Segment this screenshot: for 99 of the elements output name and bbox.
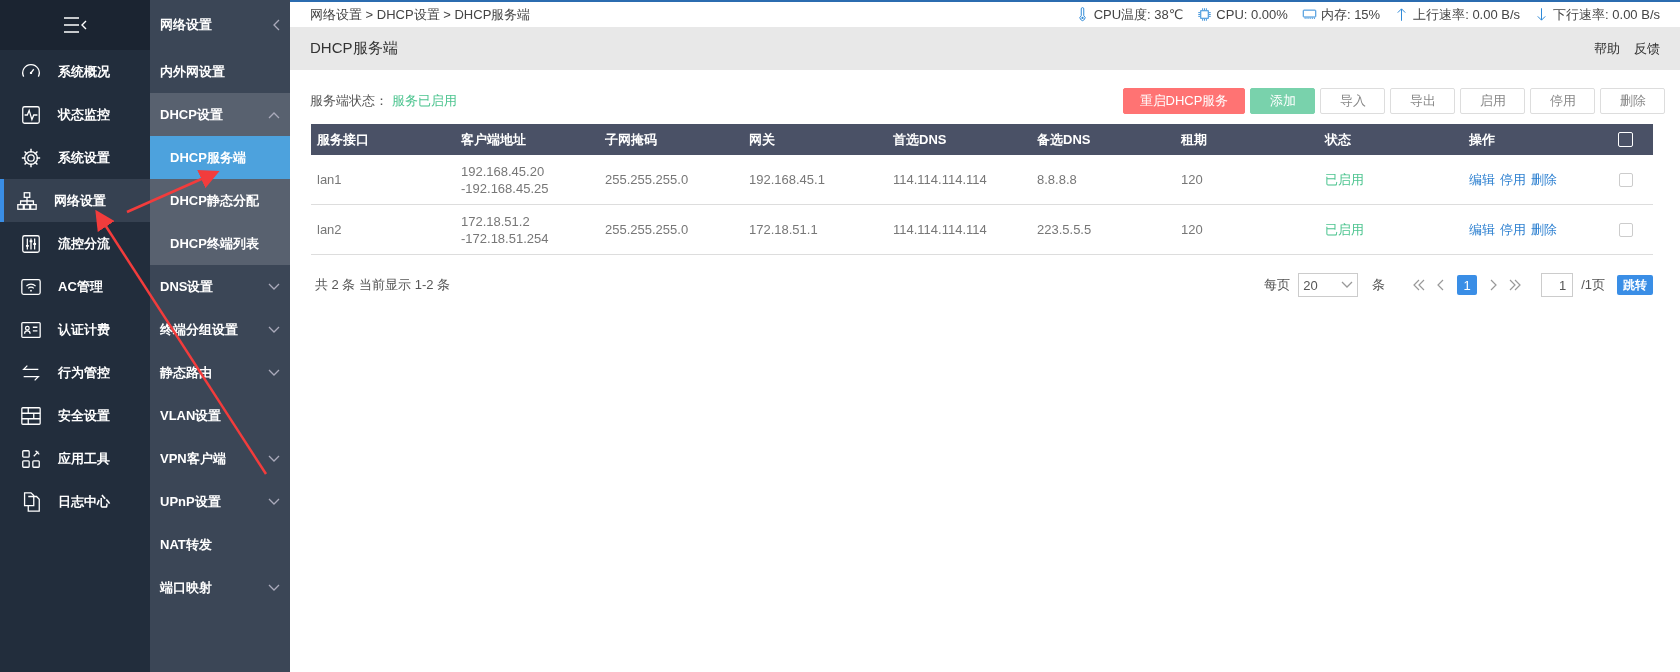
chevron-left-icon[interactable] bbox=[272, 19, 280, 31]
sidebar-item[interactable]: 安全设置 bbox=[0, 394, 150, 437]
sidebar-item[interactable]: 日志中心 bbox=[0, 480, 150, 523]
table-cell-text: 120 bbox=[1180, 171, 1204, 188]
table-cell-text: 114.114.114.114 bbox=[892, 171, 988, 188]
page-input[interactable]: 1 bbox=[1541, 273, 1574, 297]
chevron-down-icon bbox=[1341, 281, 1354, 289]
table-cell-text: lan1 bbox=[316, 171, 343, 188]
header-link[interactable]: 反馈 bbox=[1634, 39, 1660, 58]
status-value: 服务已启用 bbox=[391, 93, 457, 108]
status-cell-text: 已启用 bbox=[1324, 221, 1365, 238]
apps-icon bbox=[20, 447, 42, 470]
table-cell-text: 255.255.255.0 bbox=[604, 171, 690, 188]
status-reading: 内存: 15% bbox=[1320, 5, 1381, 24]
sidebar-item[interactable]: 网络设置 bbox=[0, 179, 150, 222]
sidebar-item[interactable]: 状态监控 bbox=[0, 93, 150, 136]
table-cell-text: 255.255.255.0 bbox=[604, 221, 690, 238]
table-cell-text: 120 bbox=[1180, 221, 1204, 238]
breadcrumb: 网络设置 > DHCP设置 > DHCP服务端 bbox=[310, 5, 531, 24]
select-all-checkbox[interactable] bbox=[1618, 132, 1633, 147]
chevron-down-icon bbox=[268, 368, 280, 377]
status-reading: 上行速率: 0.00 B/s bbox=[1413, 5, 1521, 24]
action-link[interactable]: 编辑 bbox=[1469, 220, 1495, 239]
submenu-item[interactable]: DHCP静态分配 bbox=[150, 179, 290, 222]
wall-icon bbox=[20, 404, 42, 427]
status-cell-text: 已启用 bbox=[1324, 171, 1365, 188]
submenu-item[interactable]: DNS设置 bbox=[150, 265, 290, 308]
submenu-item[interactable]: UPnP设置 bbox=[150, 480, 290, 523]
table-cell-text: 8.8.8.8 bbox=[1036, 171, 1078, 188]
last-page-icon[interactable] bbox=[1509, 279, 1522, 291]
total-pages: /1页 bbox=[1581, 276, 1605, 294]
column-header: 客户端地址 bbox=[460, 130, 527, 149]
submenu-item[interactable]: NAT转发 bbox=[150, 523, 290, 566]
action-link[interactable]: 删除 bbox=[1531, 170, 1557, 189]
record-summary: 共 2 条 当前显示 1-2 条 bbox=[315, 276, 451, 294]
per-page-unit: 条 bbox=[1372, 276, 1386, 294]
column-header: 租期 bbox=[1180, 130, 1208, 149]
submenu-item[interactable]: 端口映射 bbox=[150, 566, 290, 609]
table-cell-text: 192.168.45.20 -192.168.45.25 bbox=[460, 162, 550, 197]
submenu-item[interactable]: VPN客户端 bbox=[150, 437, 290, 480]
sidebar-item[interactable]: 系统概况 bbox=[0, 50, 150, 93]
table-cell-text: 192.168.45.1 bbox=[748, 171, 826, 188]
chip-icon bbox=[1197, 7, 1213, 22]
sidebar-item[interactable]: 系统设置 bbox=[0, 136, 150, 179]
row-checkbox[interactable] bbox=[1619, 172, 1633, 187]
submenu-item[interactable]: DHCP终端列表 bbox=[150, 222, 290, 265]
column-header: 服务接口 bbox=[316, 130, 370, 149]
toolbar-button[interactable]: 导出 bbox=[1390, 88, 1455, 114]
chevron-down-icon bbox=[268, 497, 280, 506]
sidebar-item[interactable]: 行为管控 bbox=[0, 351, 150, 394]
pulse-icon bbox=[20, 103, 42, 126]
chevron-down-icon bbox=[268, 583, 280, 592]
sidebar-item[interactable]: 流控分流 bbox=[0, 222, 150, 265]
submenu-title: 网络设置 bbox=[150, 0, 290, 50]
column-header: 网关 bbox=[748, 130, 776, 149]
chevron-down-icon bbox=[268, 282, 280, 291]
column-header: 操作 bbox=[1468, 130, 1496, 149]
action-link[interactable]: 停用 bbox=[1500, 170, 1526, 189]
row-checkbox[interactable] bbox=[1619, 222, 1633, 237]
chevron-down-icon bbox=[268, 454, 280, 463]
sidebar-item[interactable]: 认证计费 bbox=[0, 308, 150, 351]
page-title: DHCP服务端 bbox=[310, 39, 398, 58]
status-reading: CPU: 0.00% bbox=[1216, 7, 1288, 22]
toolbar-button[interactable]: 启用 bbox=[1460, 88, 1525, 114]
header-link[interactable]: 帮助 bbox=[1594, 39, 1620, 58]
sliders-icon bbox=[20, 232, 42, 255]
chevron-up-icon bbox=[268, 110, 280, 119]
status-label: 服务端状态： bbox=[310, 93, 388, 108]
submenu-item[interactable]: 内外网设置 bbox=[150, 50, 290, 93]
table-cell-text: lan2 bbox=[316, 221, 343, 238]
first-page-icon[interactable] bbox=[1413, 279, 1426, 291]
submenu-item[interactable]: 终端分组设置 bbox=[150, 308, 290, 351]
network-icon bbox=[16, 189, 38, 212]
submenu-item[interactable]: DHCP设置 bbox=[150, 93, 290, 136]
toolbar-button[interactable]: 停用 bbox=[1530, 88, 1595, 114]
gear-icon bbox=[20, 146, 42, 169]
toolbar-button[interactable]: 导入 bbox=[1320, 88, 1385, 114]
column-header: 备选DNS bbox=[1036, 130, 1092, 149]
table-cell-text: 172.18.51.1 bbox=[748, 221, 819, 238]
table-cell-text: 172.18.51.2 -172.18.51.254 bbox=[460, 212, 550, 247]
memory-icon bbox=[1301, 7, 1317, 22]
status-reading: CPU温度: 38℃ bbox=[1093, 5, 1184, 24]
sidebar-item[interactable]: 应用工具 bbox=[0, 437, 150, 480]
toolbar-button[interactable]: 删除 bbox=[1600, 88, 1665, 114]
sidebar-item[interactable]: AC管理 bbox=[0, 265, 150, 308]
per-page-select[interactable]: 20 bbox=[1298, 273, 1359, 297]
per-page-label: 每页 bbox=[1264, 276, 1291, 294]
status-reading: 下行速率: 0.00 B/s bbox=[1553, 5, 1660, 24]
action-link[interactable]: 编辑 bbox=[1469, 170, 1495, 189]
table-cell-text: 223.5.5.5 bbox=[1036, 221, 1093, 238]
chevron-down-icon bbox=[268, 325, 280, 334]
column-header: 子网掩码 bbox=[604, 130, 658, 149]
submenu-item[interactable]: VLAN设置 bbox=[150, 394, 290, 437]
action-link[interactable]: 停用 bbox=[1500, 220, 1526, 239]
action-link[interactable]: 删除 bbox=[1531, 220, 1557, 239]
column-header: 首选DNS bbox=[892, 130, 948, 149]
menu-collapse-icon[interactable] bbox=[63, 16, 87, 34]
column-header: 状态 bbox=[1323, 130, 1352, 149]
table-cell-text: 114.114.114.114 bbox=[892, 221, 988, 238]
